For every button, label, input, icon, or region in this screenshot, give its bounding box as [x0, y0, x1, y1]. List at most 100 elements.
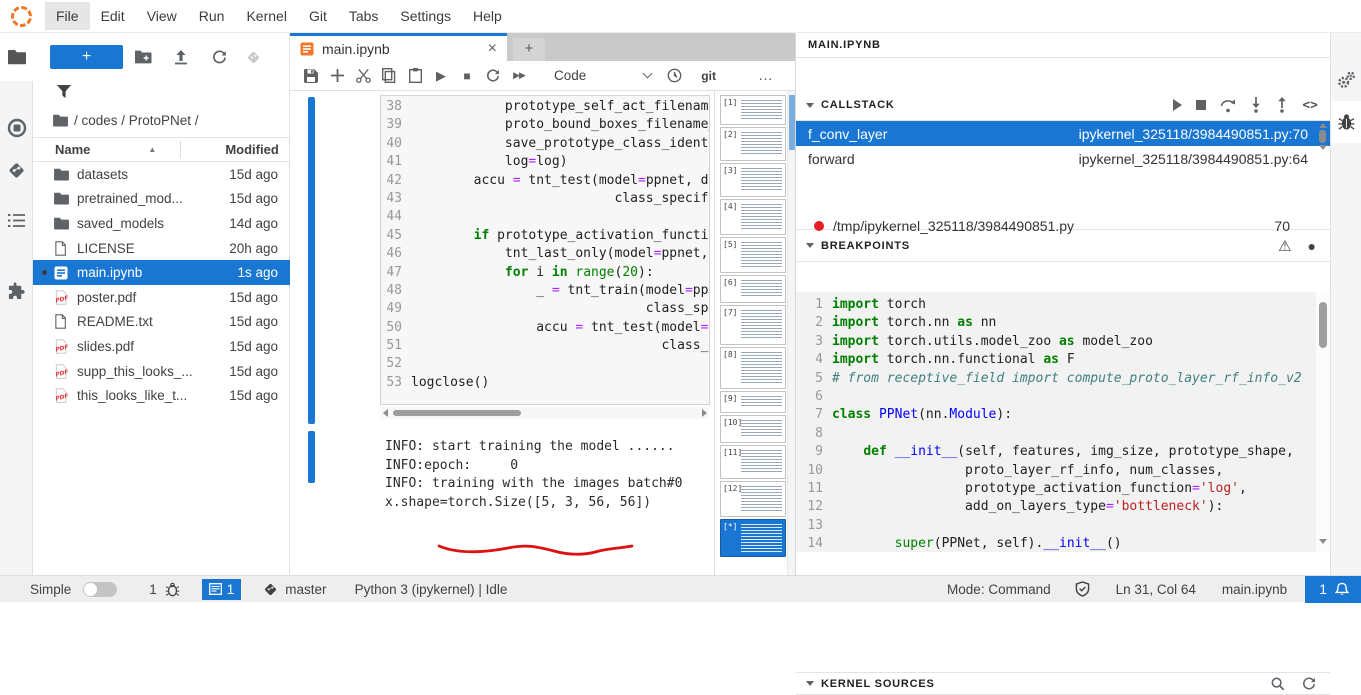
simple-mode-toggle[interactable]: [83, 582, 117, 597]
minimap-cell-7[interactable]: [7]: [720, 305, 786, 345]
git-branch-icon[interactable]: [263, 582, 278, 597]
breakpoint-dot-icon[interactable]: [814, 221, 824, 231]
horizontal-scrollbar[interactable]: [381, 407, 709, 419]
continue-button[interactable]: [1173, 99, 1182, 111]
new-tab-button[interactable]: +: [513, 38, 545, 61]
scroll-left-icon[interactable]: [383, 409, 388, 417]
refresh-file-list-button[interactable]: [209, 48, 229, 66]
step-out-button[interactable]: [1276, 97, 1288, 113]
extensions-tab-icon[interactable]: [0, 269, 33, 311]
minimap-cell-8[interactable]: [8]: [720, 347, 786, 389]
command-mode-indicator[interactable]: Mode: Command: [947, 582, 1051, 597]
restart-kernel-button[interactable]: [480, 61, 506, 91]
cursor-position[interactable]: Ln 31, Col 64: [1116, 582, 1196, 597]
file-row-poster-pdf[interactable]: PDFposter.pdf15d ago: [33, 285, 290, 310]
file-row-saved-models[interactable]: saved_models14d ago: [33, 211, 290, 236]
new-launcher-button[interactable]: +: [50, 45, 123, 69]
paste-cells-button[interactable]: [402, 61, 428, 91]
git-tab-icon[interactable]: [0, 149, 33, 191]
menu-item-edit[interactable]: Edit: [90, 2, 136, 30]
step-in-button[interactable]: [1250, 97, 1262, 113]
expand-chevron-icon[interactable]: [806, 103, 814, 108]
more-commands-icon[interactable]: …: [758, 67, 774, 84]
column-modified[interactable]: Modified: [225, 142, 278, 157]
filter-files-icon[interactable]: [57, 85, 71, 101]
minimap-cell-11[interactable]: [11]: [720, 445, 786, 479]
restart-run-all-button[interactable]: ▶▶: [506, 61, 532, 91]
source-scrollbar[interactable]: [1316, 292, 1330, 552]
file-row-this-looks-like-t-[interactable]: PDFthis_looks_like_t...15d ago: [33, 383, 290, 408]
table-of-contents-tab-icon[interactable]: [0, 199, 33, 241]
cut-cells-button[interactable]: [350, 61, 376, 91]
upload-button[interactable]: [171, 48, 191, 66]
code-cell-editor[interactable]: 38 prototype_self_act_filename39 proto_b…: [380, 95, 710, 405]
pause-on-exception-icon[interactable]: ⚠: [1278, 237, 1291, 255]
menu-item-git[interactable]: Git: [298, 2, 338, 30]
expand-chevron-icon[interactable]: [806, 243, 814, 248]
cell-type-select[interactable]: Code: [554, 68, 586, 83]
property-inspector-tab-icon[interactable]: [1331, 59, 1361, 101]
menu-item-file[interactable]: File: [45, 2, 90, 30]
menu-item-kernel[interactable]: Kernel: [235, 2, 297, 30]
remove-all-breakpoints-icon[interactable]: ●: [1308, 238, 1316, 254]
minimap-cell-2[interactable]: [2]: [720, 127, 786, 161]
minimap-cell-6[interactable]: [6]: [720, 275, 786, 303]
scroll-down-icon[interactable]: [1319, 539, 1327, 544]
minimap-cell-10[interactable]: [10]: [720, 415, 786, 443]
bug-icon[interactable]: [165, 582, 180, 597]
menu-item-tabs[interactable]: Tabs: [338, 2, 390, 30]
menu-item-view[interactable]: View: [136, 2, 188, 30]
terminals-kernels-badge[interactable]: 1: [202, 579, 242, 600]
minimap-cell-5[interactable]: [5]: [720, 237, 786, 273]
callstack-scrollbar-thumb[interactable]: [1319, 130, 1326, 143]
minimap-cell-3[interactable]: [3]: [720, 163, 786, 197]
scroll-up-icon[interactable]: [1319, 123, 1327, 128]
execution-time-icon[interactable]: [661, 61, 687, 91]
breakpoint-row[interactable]: /tmp/ipykernel_325118/3984490851.py70: [796, 213, 1330, 239]
expand-chevron-icon[interactable]: [806, 681, 814, 686]
git-toolbar-label[interactable]: git: [701, 69, 716, 83]
minimap-cell-12[interactable]: [12]: [720, 481, 786, 517]
kernel-sources-section-header[interactable]: KERNEL SOURCES: [796, 672, 1330, 695]
column-name[interactable]: Name: [55, 142, 90, 157]
breadcrumb[interactable]: / codes / ProtoPNet /: [53, 113, 199, 128]
breadcrumb-path[interactable]: / codes / ProtoPNet /: [74, 113, 199, 128]
source-scrollbar-thumb[interactable]: [1319, 302, 1327, 348]
step-over-button[interactable]: [1220, 98, 1236, 113]
callstack-frame-forward[interactable]: forwardipykernel_325118/3984490851.py:64: [796, 146, 1330, 171]
source-editor[interactable]: 1import torch2import torch.nn as nn3impo…: [796, 292, 1317, 552]
scroll-right-icon[interactable]: [702, 409, 707, 417]
run-cell-button[interactable]: ▶: [428, 61, 454, 91]
menu-item-settings[interactable]: Settings: [389, 2, 462, 30]
callstack-scrollbar[interactable]: [1316, 121, 1329, 171]
cell-type-chevron-icon[interactable]: [643, 69, 653, 79]
file-row-readme-txt[interactable]: README.txt15d ago: [33, 310, 290, 335]
file-list-header[interactable]: Name ▲ Modified: [33, 137, 290, 162]
file-row-supp-this-looks-[interactable]: PDFsupp_this_looks_...15d ago: [33, 359, 290, 384]
minimap-cell-9[interactable]: [9]: [720, 391, 786, 413]
menu-item-run[interactable]: Run: [188, 2, 236, 30]
file-row-main-ipynb[interactable]: main.ipynb1s ago: [33, 260, 290, 285]
minimap-cell-*[interactable]: [*]: [720, 519, 786, 557]
copy-cells-button[interactable]: [376, 61, 402, 91]
file-row-datasets[interactable]: datasets15d ago: [33, 162, 290, 187]
interrupt-kernel-button[interactable]: ■: [454, 61, 480, 91]
close-tab-icon[interactable]: ×: [488, 42, 497, 56]
search-icon[interactable]: [1271, 677, 1285, 691]
notification-badge[interactable]: 1: [1305, 576, 1361, 603]
evaluate-code-button[interactable]: <>: [1302, 98, 1318, 113]
kernel-status[interactable]: Python 3 (ipykernel) | Idle: [355, 582, 508, 597]
file-row-license[interactable]: LICENSE20h ago: [33, 236, 290, 261]
callstack-section-header[interactable]: CALLSTACK <>: [796, 90, 1330, 121]
horizontal-scrollbar-thumb[interactable]: [393, 410, 521, 416]
refresh-icon[interactable]: [1302, 677, 1316, 691]
git-branch-name[interactable]: master: [285, 582, 326, 597]
add-cell-button[interactable]: [324, 61, 350, 91]
scroll-down-icon[interactable]: [1319, 145, 1327, 150]
terminate-button[interactable]: [1196, 100, 1206, 110]
active-cell-collapser[interactable]: [308, 97, 315, 424]
debugger-tab-icon[interactable]: [1331, 101, 1361, 143]
file-browser-tab-icon[interactable]: [0, 33, 33, 81]
file-row-pretrained-mod-[interactable]: pretrained_mod...15d ago: [33, 187, 290, 212]
new-folder-button[interactable]: [133, 48, 153, 66]
